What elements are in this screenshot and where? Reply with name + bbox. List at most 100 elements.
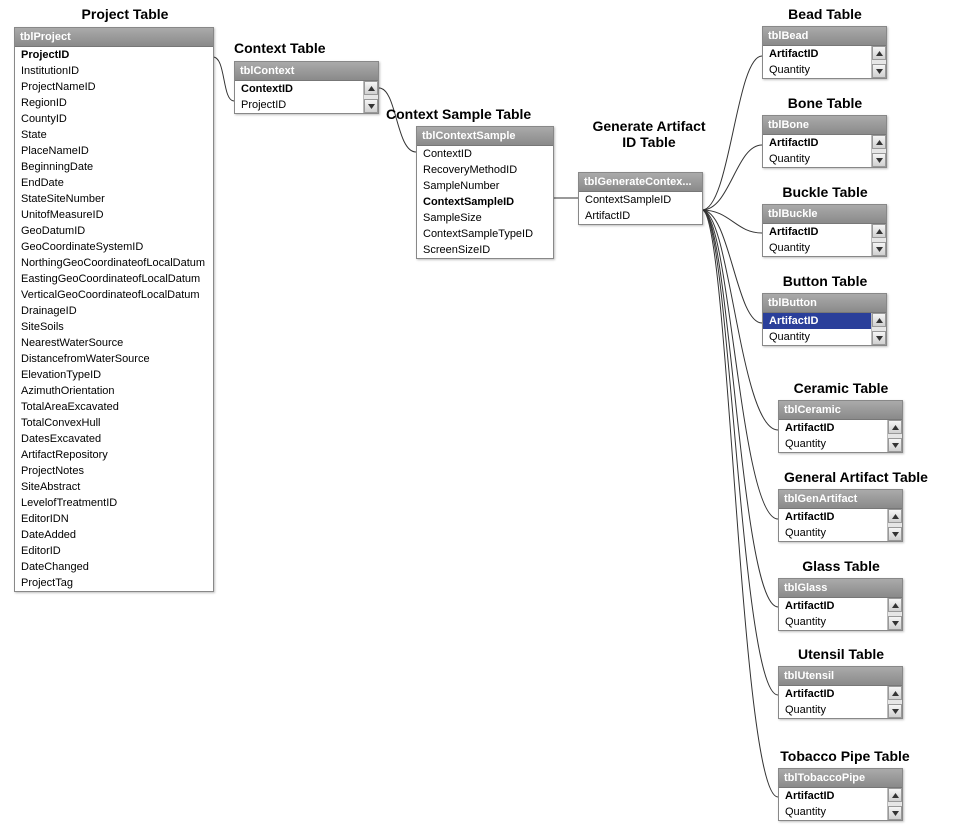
field-item[interactable]: EastingGeoCoordinateofLocalDatum (15, 271, 213, 287)
field-item[interactable]: DateAdded (15, 527, 213, 543)
table-bead[interactable]: tblBeadArtifactIDQuantity (762, 26, 887, 79)
table-header[interactable]: tblUtensil (779, 667, 902, 686)
scroll-down-button[interactable] (888, 438, 902, 452)
table-header[interactable]: tblBone (763, 116, 886, 135)
field-item[interactable]: ContextID (235, 81, 363, 97)
field-item[interactable]: GeoCoordinateSystemID (15, 239, 213, 255)
field-item[interactable]: Quantity (779, 804, 887, 820)
field-item[interactable]: Quantity (779, 525, 887, 541)
field-item[interactable]: ArtifactID (779, 598, 887, 614)
field-item[interactable]: RegionID (15, 95, 213, 111)
field-item[interactable]: UnitofMeasureID (15, 207, 213, 223)
scrollbar[interactable] (871, 313, 886, 345)
field-item[interactable]: PlaceNameID (15, 143, 213, 159)
scroll-down-button[interactable] (888, 806, 902, 820)
field-item[interactable]: ArtifactRepository (15, 447, 213, 463)
table-glass[interactable]: tblGlassArtifactIDQuantity (778, 578, 903, 631)
field-item[interactable]: StateSiteNumber (15, 191, 213, 207)
field-item[interactable]: ProjectID (235, 97, 363, 113)
scrollbar[interactable] (887, 598, 902, 630)
field-item[interactable]: SampleSize (417, 210, 553, 226)
field-item[interactable]: ContextSampleID (579, 192, 702, 208)
scrollbar[interactable] (363, 81, 378, 113)
field-item[interactable]: Quantity (763, 240, 871, 256)
field-item[interactable]: DistancefromWaterSource (15, 351, 213, 367)
table-tobaccopipe[interactable]: tblTobaccoPipeArtifactIDQuantity (778, 768, 903, 821)
field-item[interactable]: EditorIDN (15, 511, 213, 527)
scroll-down-button[interactable] (872, 153, 886, 167)
field-item[interactable]: Quantity (763, 62, 871, 78)
field-item[interactable]: ScreenSizeID (417, 242, 553, 258)
field-item[interactable]: Quantity (763, 329, 871, 345)
field-item[interactable]: CountyID (15, 111, 213, 127)
field-item[interactable]: EditorID (15, 543, 213, 559)
scroll-down-button[interactable] (364, 99, 378, 113)
field-item[interactable]: InstitutionID (15, 63, 213, 79)
field-item[interactable]: TotalAreaExcavated (15, 399, 213, 415)
field-item[interactable]: GeoDatumID (15, 223, 213, 239)
field-item[interactable]: ArtifactID (579, 208, 702, 224)
scroll-down-button[interactable] (888, 527, 902, 541)
field-item[interactable]: ProjectNotes (15, 463, 213, 479)
scrollbar[interactable] (887, 420, 902, 452)
field-item[interactable]: RecoveryMethodID (417, 162, 553, 178)
scroll-down-button[interactable] (872, 331, 886, 345)
scrollbar[interactable] (871, 135, 886, 167)
field-item[interactable]: ProjectTag (15, 575, 213, 591)
field-item[interactable]: SiteAbstract (15, 479, 213, 495)
field-item[interactable]: ProjectNameID (15, 79, 213, 95)
field-item[interactable]: Quantity (779, 614, 887, 630)
table-header[interactable]: tblButton (763, 294, 886, 313)
field-item[interactable]: ArtifactID (763, 313, 871, 329)
scroll-up-button[interactable] (364, 81, 378, 95)
field-item[interactable]: ContextSampleTypeID (417, 226, 553, 242)
scroll-up-button[interactable] (888, 598, 902, 612)
table-bone[interactable]: tblBoneArtifactIDQuantity (762, 115, 887, 168)
field-item[interactable]: ArtifactID (779, 509, 887, 525)
field-item[interactable]: ContextID (417, 146, 553, 162)
field-item[interactable]: ArtifactID (779, 788, 887, 804)
field-item[interactable]: Quantity (779, 436, 887, 452)
table-header[interactable]: tblProject (15, 28, 213, 47)
scroll-up-button[interactable] (888, 509, 902, 523)
table-header[interactable]: tblGenerateContex... (579, 173, 702, 192)
scroll-down-button[interactable] (872, 64, 886, 78)
scroll-up-button[interactable] (872, 224, 886, 238)
field-item[interactable]: DatesExcavated (15, 431, 213, 447)
scroll-up-button[interactable] (888, 420, 902, 434)
field-item[interactable]: Quantity (779, 702, 887, 718)
field-item[interactable]: DrainageID (15, 303, 213, 319)
table-header[interactable]: tblBead (763, 27, 886, 46)
scroll-down-button[interactable] (888, 704, 902, 718)
field-item[interactable]: EndDate (15, 175, 213, 191)
field-item[interactable]: LevelofTreatmentID (15, 495, 213, 511)
scrollbar[interactable] (887, 509, 902, 541)
scroll-down-button[interactable] (872, 242, 886, 256)
field-item[interactable]: TotalConvexHull (15, 415, 213, 431)
field-item[interactable]: VerticalGeoCoordinateofLocalDatum (15, 287, 213, 303)
table-header[interactable]: tblTobaccoPipe (779, 769, 902, 788)
scrollbar[interactable] (871, 224, 886, 256)
field-item[interactable]: ProjectID (15, 47, 213, 63)
scroll-up-button[interactable] (888, 788, 902, 802)
table-utensil[interactable]: tblUtensilArtifactIDQuantity (778, 666, 903, 719)
scrollbar[interactable] (887, 788, 902, 820)
table-header[interactable]: tblContext (235, 62, 378, 81)
scrollbar[interactable] (871, 46, 886, 78)
field-item[interactable]: ArtifactID (763, 135, 871, 151)
field-item[interactable]: SiteSoils (15, 319, 213, 335)
field-item[interactable]: ArtifactID (763, 224, 871, 240)
scroll-up-button[interactable] (872, 313, 886, 327)
table-context-sample[interactable]: tblContextSampleContextIDRecoveryMethodI… (416, 126, 554, 259)
field-item[interactable]: BeginningDate (15, 159, 213, 175)
table-ceramic[interactable]: tblCeramicArtifactIDQuantity (778, 400, 903, 453)
table-button[interactable]: tblButtonArtifactIDQuantity (762, 293, 887, 346)
field-item[interactable]: AzimuthOrientation (15, 383, 213, 399)
table-header[interactable]: tblGlass (779, 579, 902, 598)
scroll-up-button[interactable] (888, 686, 902, 700)
table-header[interactable]: tblGenArtifact (779, 490, 902, 509)
field-item[interactable]: ContextSampleID (417, 194, 553, 210)
table-project[interactable]: tblProjectProjectIDInstitutionIDProjectN… (14, 27, 214, 592)
field-item[interactable]: SampleNumber (417, 178, 553, 194)
scroll-up-button[interactable] (872, 46, 886, 60)
